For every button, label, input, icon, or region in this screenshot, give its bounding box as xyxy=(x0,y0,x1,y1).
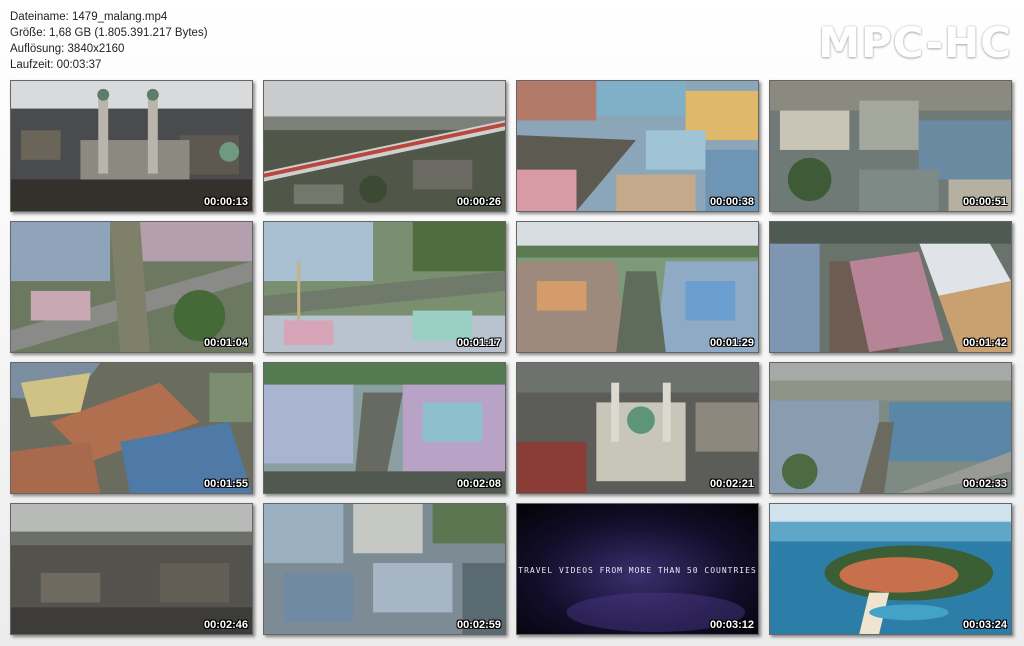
thumbnail-timestamp: 00:01:04 xyxy=(203,337,248,349)
file-info-panel: Dateiname: 1479_malang.mp4 Größe: 1,68 G… xyxy=(10,9,208,73)
thumbnail-timestamp: 00:02:59 xyxy=(456,619,501,631)
filesize-text: Größe: 1,68 GB (1.805.391.217 Bytes) xyxy=(10,27,208,39)
thumbnail-cloudy-city: 00:02:46 xyxy=(10,503,253,635)
thumbnail-mosque-city: 00:00:13 xyxy=(10,80,253,212)
thumbnail-mosque-aerial: 00:02:21 xyxy=(516,362,759,494)
thumbnail-timestamp: 00:00:38 xyxy=(709,196,754,208)
thumbnail-train-bridge: 00:00:26 xyxy=(263,80,506,212)
thumbnail-timestamp: 00:03:12 xyxy=(709,619,754,631)
thumbnail-outro-title: TRAVEL VIDEOS FROM MORE THAN 50 COUNTRIE… xyxy=(516,503,759,635)
thumbnail-rooftops: 00:01:42 xyxy=(769,221,1012,353)
thumbnail-timestamp: 00:02:46 xyxy=(203,619,248,631)
thumbnail-city-panorama: 00:02:33 xyxy=(769,362,1012,494)
thumbnail-grid: 00:00:13 00:00:26 00:00:38 00:00:51 00:0… xyxy=(10,80,1014,636)
thumbnail-timestamp: 00:01:42 xyxy=(962,337,1007,349)
thumbnail-timestamp: 00:02:33 xyxy=(962,478,1007,490)
resolution-text: Auflösung: 3840x2160 xyxy=(10,43,125,55)
thumbnail-tiled-roofs: 00:01:55 xyxy=(10,362,253,494)
thumbnail-river-houses: 00:01:17 xyxy=(263,221,506,353)
thumbnail-island-sea: 00:03:24 xyxy=(769,503,1012,635)
thumbnail-town-aerial: 00:00:51 xyxy=(769,80,1012,212)
thumbnail-pastel-village: 00:02:08 xyxy=(263,362,506,494)
thumbnail-timestamp: 00:00:13 xyxy=(203,196,248,208)
thumbnail-timestamp: 00:02:21 xyxy=(709,478,754,490)
thumbnail-timestamp: 00:01:29 xyxy=(709,337,754,349)
mpc-hc-logo: MPC-HC xyxy=(818,18,1012,67)
filename-text: Dateiname: 1479_malang.mp4 xyxy=(10,11,168,23)
thumbnail-timestamp: 00:03:24 xyxy=(962,619,1007,631)
thumbnail-timestamp: 00:00:26 xyxy=(456,196,501,208)
outro-caption-text: TRAVEL VIDEOS FROM MORE THAN 50 COUNTRIE… xyxy=(518,566,757,575)
thumbnail-timestamp: 00:00:51 xyxy=(962,196,1007,208)
thumbnail-river-canyon: 00:01:29 xyxy=(516,221,759,353)
thumbnail-dense-rooftops: 00:02:59 xyxy=(263,503,506,635)
duration-text: Laufzeit: 00:03:37 xyxy=(10,59,102,71)
thumbnail-colorful-village: 00:00:38 xyxy=(516,80,759,212)
thumbnail-highway-river: 00:01:04 xyxy=(10,221,253,353)
thumbnail-timestamp: 00:02:08 xyxy=(456,478,501,490)
thumbnail-timestamp: 00:01:55 xyxy=(203,478,248,490)
thumbnail-timestamp: 00:01:17 xyxy=(456,337,501,349)
